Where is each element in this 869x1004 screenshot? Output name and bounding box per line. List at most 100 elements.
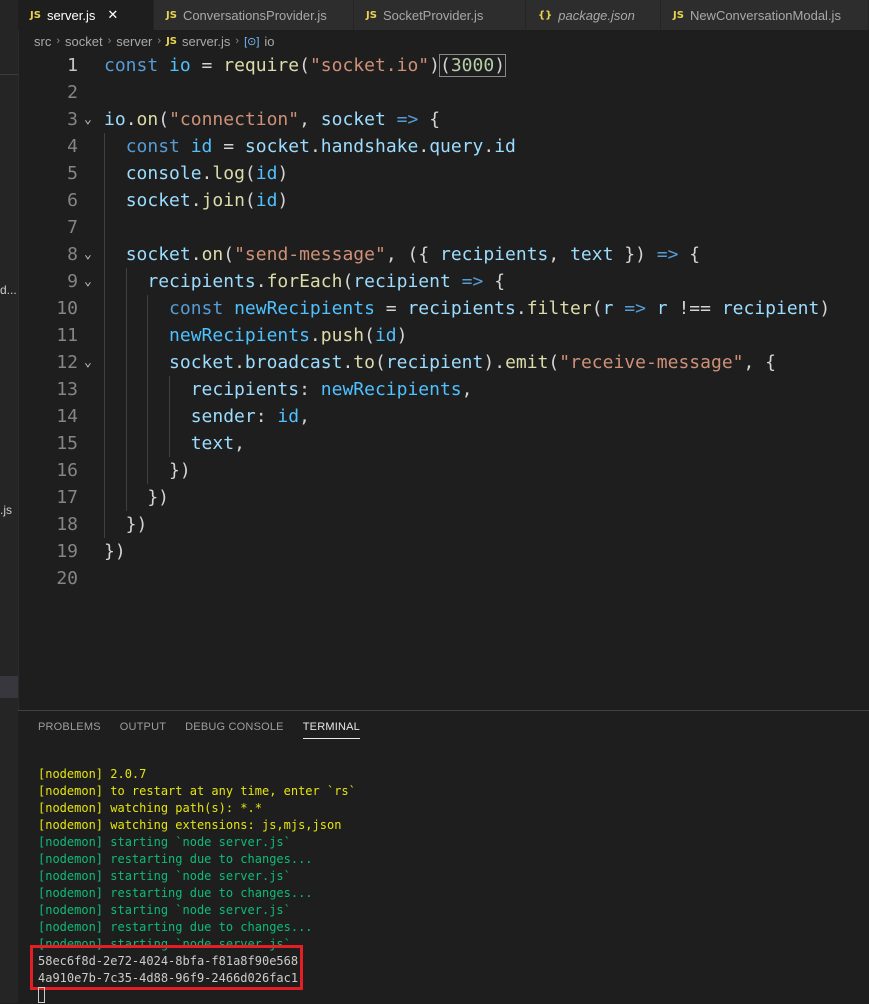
code-line[interactable]: 6 socket.join(id) — [18, 187, 869, 214]
code-line[interactable]: 2 — [18, 79, 869, 106]
tab-label: ConversationsProvider.js — [182, 7, 327, 23]
code-text: socket.broadcast.to(recipient).emit("rec… — [169, 352, 777, 373]
tab-conversationsprovider-js[interactable]: JS ConversationsProvider.js — [154, 0, 354, 30]
code-line[interactable]: 15 text, — [18, 430, 869, 457]
tab-output[interactable]: OUTPUT — [120, 721, 166, 739]
sidebar-item-fragment[interactable]: .js — [0, 503, 12, 517]
code-line[interactable]: 3 ⌄ io.on("connection", socket => { — [18, 106, 869, 133]
breadcrumb-item[interactable]: socket — [65, 34, 103, 49]
tab-newconversationmodal-js[interactable]: JS NewConversationModal.js — [661, 0, 869, 30]
code-text: }) — [104, 514, 148, 535]
code-line[interactable]: 13 recipients: newRecipients, — [18, 376, 869, 403]
breadcrumb-item[interactable]: src — [34, 34, 51, 49]
line-number: 15 — [56, 433, 78, 454]
terminal-line: [nodemon] restarting due to changes... — [38, 852, 313, 866]
breadcrumb-item[interactable]: server.js — [182, 34, 230, 49]
line-number: 12 — [56, 352, 78, 373]
terminal-cursor — [38, 987, 45, 1003]
code-text: newRecipients.push(id) — [169, 325, 408, 346]
tab-terminal[interactable]: TERMINAL — [302, 721, 360, 739]
line-number: 10 — [56, 298, 78, 319]
editor-tab-bar: JS server.js ✕ JS ConversationsProvider.js JS… — [18, 0, 869, 30]
line-number: 2 — [67, 82, 78, 103]
code-line[interactable]: 10 const newRecipients = recipients.filt… — [18, 295, 869, 322]
code-text: }) — [104, 541, 126, 562]
tab-debug-console[interactable]: DEBUG CONSOLE — [185, 721, 284, 739]
tab-socketprovider-js[interactable]: JS SocketProvider.js — [354, 0, 526, 30]
code-line[interactable]: 11 newRecipients.push(id) — [18, 322, 869, 349]
code-line[interactable]: 8 ⌄ socket.on("send-message", ({ recipien… — [18, 241, 869, 268]
code-line[interactable]: 5 console.log(id) — [18, 160, 869, 187]
js-file-icon: JS — [166, 35, 177, 47]
code-text: socket.on("send-message", ({ recipients,… — [125, 244, 701, 265]
indent-guide — [147, 295, 149, 484]
annotation-highlight-box — [30, 945, 303, 990]
code-line[interactable]: 14 sender: id, — [18, 403, 869, 430]
js-file-icon: JS — [166, 9, 177, 21]
panel-tabs: PROBLEMS OUTPUT DEBUG CONSOLE TERMINAL — [38, 721, 360, 739]
code-line[interactable]: 17 }) — [18, 484, 869, 511]
code-line[interactable]: 18 }) — [18, 511, 869, 538]
line-number: 5 — [67, 163, 78, 184]
code-editor[interactable]: 1 const io = require("socket.io")(3000) 2 3… — [18, 52, 869, 710]
js-file-icon: JS — [366, 9, 377, 21]
tab-problems[interactable]: PROBLEMS — [38, 721, 101, 739]
code-text: io.on("connection", socket => { — [104, 109, 441, 130]
code-line[interactable]: 9 ⌄ recipients.forEach(recipient => { — [18, 268, 869, 295]
terminal-line: [nodemon] restarting due to changes... — [38, 920, 313, 934]
indent-guide — [104, 133, 105, 538]
code-text: const id = socket.handshake.query.id — [125, 136, 516, 157]
line-number: 11 — [56, 325, 78, 346]
sidebar-selection — [0, 676, 18, 698]
close-icon[interactable]: ✕ — [107, 7, 118, 23]
sidebar-item-fragment[interactable]: d... — [0, 283, 17, 297]
line-number: 3 — [67, 109, 78, 130]
js-file-icon: JS — [673, 9, 684, 21]
code-text: }) — [104, 487, 170, 508]
code-text: console.log(id) — [125, 163, 289, 184]
line-number: 6 — [67, 190, 78, 211]
sidebar-divider — [0, 74, 18, 75]
tab-server-js[interactable]: JS server.js ✕ — [18, 0, 154, 30]
tab-package-json[interactable]: {} package.json — [526, 0, 661, 30]
line-number: 8 — [67, 244, 78, 265]
line-number: 13 — [56, 379, 78, 400]
code-text: const io = require("socket.io")(3000) — [104, 54, 507, 77]
chevron-right-icon: › — [235, 35, 240, 47]
code-line[interactable]: 1 const io = require("socket.io")(3000) — [18, 52, 869, 79]
fold-chevron-icon[interactable]: ⌄ — [84, 241, 100, 268]
line-number: 14 — [56, 406, 78, 427]
variable-icon: [⊙] — [244, 35, 260, 48]
code-text: socket.join(id) — [125, 190, 289, 211]
js-file-icon: JS — [30, 9, 41, 21]
code-line[interactable]: 12 ⌄ socket.broadcast.to(recipient).emit(… — [18, 349, 869, 376]
breadcrumb-item[interactable]: io — [264, 34, 274, 49]
fold-chevron-icon[interactable]: ⌄ — [84, 106, 100, 133]
line-number: 19 — [56, 541, 78, 562]
line-number: 7 — [67, 217, 78, 238]
code-line[interactable]: 19}) — [18, 538, 869, 565]
terminal-line: [nodemon] restarting due to changes... — [38, 886, 313, 900]
breadcrumb: src › socket › server › JS server.js › [⊙] io — [18, 30, 869, 52]
code-line[interactable]: 4 const id = socket.handshake.query.id — [18, 133, 869, 160]
fold-chevron-icon[interactable]: ⌄ — [84, 349, 100, 376]
code-text: sender: id, — [190, 406, 310, 427]
fold-chevron-icon[interactable]: ⌄ — [84, 268, 100, 295]
indent-guide — [125, 268, 127, 511]
code-line[interactable]: 16 }) — [18, 457, 869, 484]
line-number: 4 — [67, 136, 78, 157]
tab-label: server.js — [46, 7, 96, 23]
line-number: 16 — [56, 460, 78, 481]
tab-label: package.json — [558, 7, 635, 23]
terminal-line: [nodemon] to restart at any time, enter … — [38, 784, 356, 798]
chevron-right-icon: › — [157, 35, 162, 47]
line-number: 17 — [56, 487, 78, 508]
line-number: 1 — [67, 55, 78, 76]
code-line[interactable]: 20 — [18, 565, 869, 592]
code-line[interactable]: 7 — [18, 214, 869, 241]
terminal-line: [nodemon] starting `node server.js` — [38, 903, 291, 917]
tab-label: NewConversationModal.js — [689, 7, 841, 23]
code-text: const newRecipients = recipients.filter(… — [169, 298, 831, 319]
breadcrumb-item[interactable]: server — [116, 34, 152, 49]
line-number: 18 — [56, 514, 78, 535]
